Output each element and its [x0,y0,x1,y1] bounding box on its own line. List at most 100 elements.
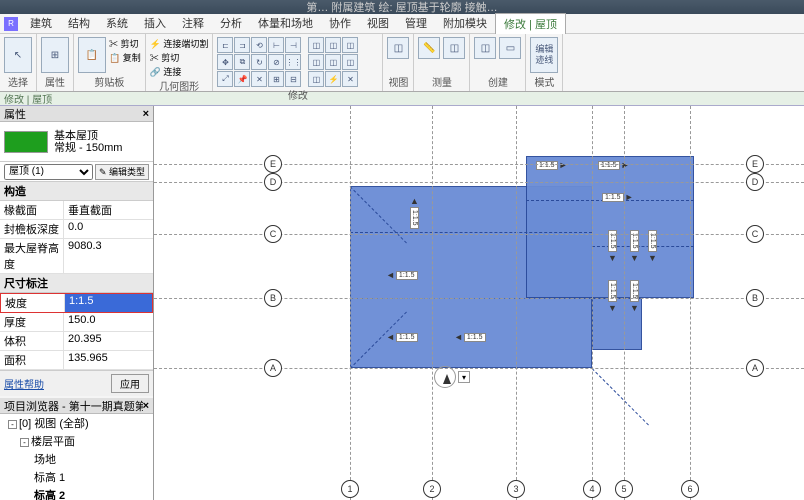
trim-icon[interactable]: ⊢ [268,37,284,53]
menu-tab[interactable]: 体量和场地 [250,13,321,34]
grid-bubble[interactable]: 1 [341,480,359,498]
menu-tab[interactable]: 附加模块 [435,13,495,34]
grid-bubble[interactable]: 4 [583,480,601,498]
view-icon[interactable]: ◫ [387,37,409,59]
select-tool-icon[interactable]: ↖ [4,37,32,73]
pin-icon[interactable]: 📌 [234,71,250,87]
instance-selector[interactable]: 屋顶 (1) [4,164,93,180]
grid-line-v[interactable] [516,106,517,500]
roof-body-upper[interactable] [526,156,694,298]
tree-node[interactable]: 标高 1 [0,468,153,486]
prop-row[interactable]: 椽截面垂直截面 [0,201,153,220]
tree-node[interactable]: -[0] 视图 (全部) [0,414,153,432]
grid-bubble[interactable]: E [746,155,764,173]
app-icon[interactable]: R [4,17,18,31]
grid-bubble[interactable]: D [264,173,282,191]
grid-line-h[interactable] [154,368,804,369]
align-icon[interactable]: ⊏ [217,37,233,53]
menu-tab[interactable]: 管理 [397,13,435,34]
create1-icon[interactable]: ◫ [474,37,496,59]
grid-bubble[interactable]: 6 [681,480,699,498]
close-icon[interactable]: × [143,400,149,412]
grid-line-v[interactable] [592,106,593,500]
grid-bubble[interactable]: 5 [615,480,633,498]
split-icon[interactable]: ⊘ [268,54,284,70]
extend-icon[interactable]: ⊣ [285,37,301,53]
menu-tab[interactable]: 建筑 [22,13,60,34]
close-icon[interactable]: × [143,108,149,120]
type-preview[interactable]: 基本屋顶 常规 - 150mm [0,122,153,162]
m6-icon[interactable]: ◫ [342,54,358,70]
grid-bubble[interactable]: C [746,225,764,243]
view-compass[interactable]: ▾ [434,366,470,388]
slope-label[interactable]: ◄1:1.5 [386,332,418,342]
tree-node[interactable]: 场地 [0,450,153,468]
apply-button[interactable]: 应用 [111,374,149,393]
offset-icon[interactable]: ⊐ [234,37,250,53]
edit-type-button[interactable]: ✎ 编辑类型 [95,164,149,180]
prop-row[interactable]: 坡度1:1.5 [0,293,153,313]
prop-row[interactable]: 体积20.395 [0,332,153,351]
grid-line-h[interactable] [154,164,804,165]
compass-icon[interactable] [434,366,456,388]
move-icon[interactable]: ✥ [217,54,233,70]
project-browser[interactable]: -[0] 视图 (全部)-楼层平面场地标高 1标高 2+天花板平面-三维视图{三… [0,414,153,500]
grid-bubble[interactable]: C [264,225,282,243]
grid-line-v[interactable] [690,106,691,500]
m4-icon[interactable]: ◫ [308,54,324,70]
grid-line-v[interactable] [432,106,433,500]
menu-tab[interactable]: 结构 [60,13,98,34]
create2-icon[interactable]: ▭ [499,37,521,59]
grid-bubble[interactable]: A [264,359,282,377]
grid-bubble[interactable]: 2 [423,480,441,498]
slope-label[interactable]: 1:1.5▼ [608,280,617,313]
grid-bubble[interactable]: 3 [507,480,525,498]
menu-tab[interactable]: 系统 [98,13,136,34]
slope-label[interactable]: 1:1.5► [602,192,634,202]
slope-label[interactable]: ▲1:1.5 [410,196,419,229]
prop-row[interactable]: 封檐板深度0.0 [0,220,153,239]
scale-icon[interactable]: ⤢ [217,71,233,87]
drawing-canvas[interactable]: ◄1:1.5 ◄1:1.5 ◄1:1.5 ▲1:1.5 1:1.5► 1:1.5… [154,106,804,500]
copy-button[interactable]: 📋 复制 [109,51,141,64]
grid-bubble[interactable]: A [746,359,764,377]
prop-row[interactable]: 厚度150.0 [0,313,153,332]
grid-bubble[interactable]: E [264,155,282,173]
expand-icon[interactable]: - [20,438,29,447]
prop-row[interactable]: 面积135.965 [0,351,153,370]
cut-button[interactable]: ✂ 剪切 [109,37,141,50]
prop-row[interactable]: 最大屋脊高度9080.3 [0,239,153,274]
slope-label[interactable]: 1:1.5▼ [630,280,639,313]
m5-icon[interactable]: ◫ [325,54,341,70]
menu-tab[interactable]: 分析 [212,13,250,34]
menu-tab[interactable]: 视图 [359,13,397,34]
cut-geom-button[interactable]: ✂ 剪切 [150,51,209,64]
m9-icon[interactable]: ✕ [342,71,358,87]
copy2-icon[interactable]: ⧉ [234,54,250,70]
grid-line-v[interactable] [624,106,625,500]
m1-icon[interactable]: ◫ [308,37,324,53]
dim-icon[interactable]: ◫ [443,37,465,59]
ungroup-icon[interactable]: ⊟ [285,71,301,87]
menu-tab[interactable]: 修改 | 屋顶 [495,13,566,34]
slope-label[interactable]: ◄1:1.5 [386,270,418,280]
paste-icon[interactable]: 📋 [78,37,106,73]
join-button[interactable]: 🔗 连接 [150,65,209,78]
slope-label[interactable]: ◄1:1.5 [454,332,486,342]
m2-icon[interactable]: ◫ [325,37,341,53]
group-icon[interactable]: ⊞ [268,71,284,87]
rotate-icon[interactable]: ↻ [251,54,267,70]
expand-icon[interactable]: - [8,420,17,429]
properties-help-link[interactable]: 属性帮助 [4,376,44,391]
join-cut-button[interactable]: ⚡ 连接端切割 [150,37,209,50]
grid-line-h[interactable] [154,298,804,299]
tree-node[interactable]: -楼层平面 [0,432,153,450]
grid-bubble[interactable]: D [746,173,764,191]
menu-tab[interactable]: 注释 [174,13,212,34]
menu-tab[interactable]: 插入 [136,13,174,34]
grid-bubble[interactable]: B [264,289,282,307]
grid-line-h[interactable] [154,234,804,235]
grid-line-v[interactable] [350,106,351,500]
delete-icon[interactable]: ✕ [251,71,267,87]
array-icon[interactable]: ⋮⋮ [285,54,301,70]
